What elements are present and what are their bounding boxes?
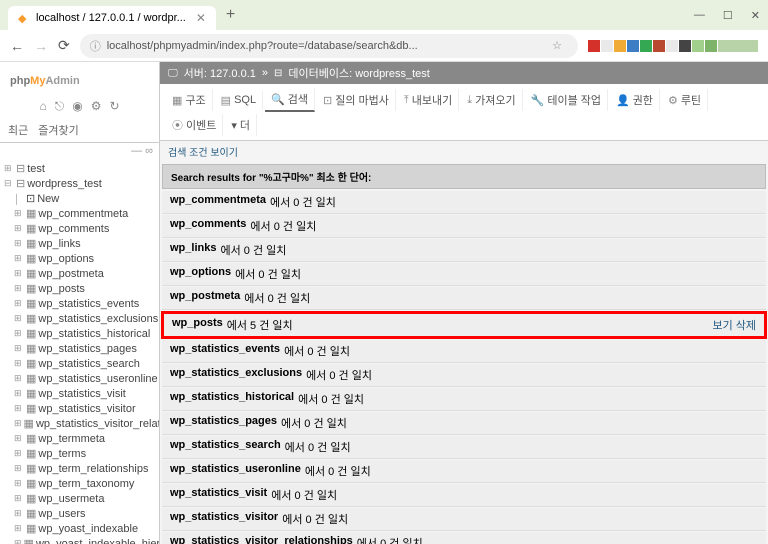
tree-table[interactable]: ⊞▦wp_postmeta (0, 266, 159, 281)
tab-events[interactable]: ⦿이벤트 (166, 114, 223, 136)
url-bar[interactable]: ⓘ localhost/phpmyadmin/index.php?route=/… (80, 34, 578, 58)
tree-table[interactable]: ⊞▦wp_statistics_visit (0, 386, 159, 401)
new-tab-button[interactable]: + (226, 6, 235, 24)
tree-table[interactable]: ⊞▦wp_posts (0, 281, 159, 296)
nav-tree: ⊞⊟test ⊟⊟wordpress_test │⊡New ⊞▦wp_comme… (0, 159, 159, 544)
tab-structure[interactable]: ▦구조 (166, 89, 213, 111)
bookmark-icon[interactable]: ☆ (552, 39, 562, 52)
url-text: localhost/phpmyadmin/index.php?route=/da… (107, 40, 418, 52)
main-content: 🖵 서버: 127.0.0.1 » ⊟ 데이터베이스: wordpress_te… (160, 62, 768, 544)
sidebar: phpMyAdmin ⌂ ⎋ ◉ ⚙ ↻ 최근 즐겨찾기 — ∞ ⊞⊟test … (0, 62, 160, 544)
result-row: wp_statistics_visitor_relationships 에서 0… (162, 532, 766, 544)
pma-favicon: ◆ (18, 12, 30, 24)
result-row: wp_statistics_search 에서 0 건 일치 (162, 436, 766, 459)
database-icon: ⊟ (274, 68, 282, 79)
tab-routines[interactable]: ⚙루틴 (662, 89, 708, 111)
result-row: wp_commentmeta 에서 0 건 일치 (162, 191, 766, 214)
show-criteria-link[interactable]: 검색 조건 보이기 (160, 141, 768, 162)
tree-table[interactable]: ⊞▦wp_commentmeta (0, 206, 159, 221)
tree-table[interactable]: ⊞▦wp_comments (0, 221, 159, 236)
breadcrumb: 🖵 서버: 127.0.0.1 » ⊟ 데이터베이스: wordpress_te… (160, 62, 768, 84)
tab-favorites[interactable]: 즐겨찾기 (38, 122, 78, 138)
tree-table[interactable]: ⊞▦wp_statistics_events (0, 296, 159, 311)
home-icon[interactable]: ⌂ (39, 99, 46, 114)
result-row: wp_options 에서 0 건 일치 (162, 263, 766, 286)
browser-tab[interactable]: ◆ localhost / 127.0.0.1 / wordpr... ✕ (8, 6, 216, 30)
result-row: wp_statistics_visitor 에서 0 건 일치 (162, 508, 766, 531)
tree-table[interactable]: ⊞▦wp_users (0, 506, 159, 521)
result-row: wp_statistics_historical 에서 0 건 일치 (162, 388, 766, 411)
tree-db-test[interactable]: ⊞⊟test (0, 161, 159, 176)
collapse-toggle[interactable]: — ∞ (0, 143, 159, 159)
logout-icon[interactable]: ⎋ (55, 99, 65, 114)
tree-table[interactable]: ⊞▦wp_options (0, 251, 159, 266)
result-row: wp_comments 에서 0 건 일치 (162, 215, 766, 238)
tab-export[interactable]: ⤒내보내기 (398, 89, 459, 111)
tree-db-wordpress[interactable]: ⊟⊟wordpress_test (0, 176, 159, 191)
result-row: wp_statistics_visit 에서 0 건 일치 (162, 484, 766, 507)
result-row: wp_postmeta 에서 0 건 일치 (162, 287, 766, 310)
result-row: wp_statistics_pages 에서 0 건 일치 (162, 412, 766, 435)
tree-table[interactable]: ⊞▦wp_statistics_visitor (0, 401, 159, 416)
info-icon: ⓘ (90, 38, 101, 54)
reload-button[interactable]: ⟳ (58, 37, 70, 54)
search-results: Search results for "%고구마%" 최소 한 단어: wp_c… (160, 164, 768, 544)
tab-operations[interactable]: 🔧테이블 작업 (525, 89, 608, 111)
row-actions[interactable]: 보기 삭제 (712, 317, 756, 333)
close-icon[interactable]: ✕ (196, 11, 206, 25)
sidebar-tabs: 최근 즐겨찾기 (0, 118, 159, 143)
result-row: wp_posts 에서 5 건 일치보기 삭제 (161, 311, 767, 339)
tab-privileges[interactable]: 👤권한 (610, 89, 660, 111)
minimize-button[interactable]: — (694, 9, 705, 22)
browser-nav-bar: ← → ⟳ ⓘ localhost/phpmyadmin/index.php?r… (0, 30, 768, 62)
tab-query[interactable]: ⊡질의 마법사 (317, 89, 396, 111)
tree-table[interactable]: ⊞▦wp_statistics_visitor_relatio (0, 416, 159, 431)
result-row: wp_statistics_exclusions 에서 0 건 일치 (162, 364, 766, 387)
tree-new[interactable]: │⊡New (0, 191, 159, 206)
settings-icon[interactable]: ⚙ (91, 99, 102, 114)
tree-table[interactable]: ⊞▦wp_termmeta (0, 431, 159, 446)
top-toolbar: ▦구조 ▤SQL 🔍검색 ⊡질의 마법사 ⤒내보내기 ⤓가져오기 🔧테이블 작업… (160, 84, 768, 141)
extension-icons (588, 40, 758, 52)
tree-table[interactable]: ⊞▦wp_term_relationships (0, 461, 159, 476)
server-icon: 🖵 (168, 68, 178, 79)
tree-table[interactable]: ⊞▦wp_yoast_indexable (0, 521, 159, 536)
tab-title: localhost / 127.0.0.1 / wordpr... (36, 12, 186, 24)
result-row: wp_statistics_events 에서 0 건 일치 (162, 340, 766, 363)
forward-button[interactable]: → (34, 38, 48, 54)
tree-table[interactable]: ⊞▦wp_statistics_exclusions (0, 311, 159, 326)
refresh-icon[interactable]: ↻ (109, 99, 119, 114)
pma-logo: phpMyAdmin (0, 62, 159, 95)
tab-import[interactable]: ⤓가져오기 (461, 89, 522, 111)
tab-more[interactable]: ▾더 (225, 114, 257, 136)
tree-table[interactable]: ⊞▦wp_statistics_historical (0, 326, 159, 341)
window-controls: — ☐ ✕ (694, 9, 760, 22)
close-window-button[interactable]: ✕ (751, 9, 760, 22)
tree-table[interactable]: ⊞▦wp_term_taxonomy (0, 476, 159, 491)
result-row: wp_links 에서 0 건 일치 (162, 239, 766, 262)
tree-table[interactable]: ⊞▦wp_statistics_search (0, 356, 159, 371)
browser-tab-bar: ◆ localhost / 127.0.0.1 / wordpr... ✕ + … (0, 0, 768, 30)
tree-table[interactable]: ⊞▦wp_usermeta (0, 491, 159, 506)
sidebar-quick-icons: ⌂ ⎋ ◉ ⚙ ↻ (0, 95, 159, 118)
result-row: wp_statistics_useronline 에서 0 건 일치 (162, 460, 766, 483)
tab-sql[interactable]: ▤SQL (215, 91, 263, 110)
tree-table[interactable]: ⊞▦wp_terms (0, 446, 159, 461)
tree-table[interactable]: ⊞▦wp_links (0, 236, 159, 251)
breadcrumb-server[interactable]: 서버: 127.0.0.1 (184, 65, 256, 81)
tree-table[interactable]: ⊞▦wp_yoast_indexable_hierarc (0, 536, 159, 544)
back-button[interactable]: ← (10, 38, 24, 54)
tree-table[interactable]: ⊞▦wp_statistics_pages (0, 341, 159, 356)
maximize-button[interactable]: ☐ (723, 9, 733, 22)
breadcrumb-db[interactable]: 데이터베이스: wordpress_test (288, 65, 429, 81)
docs-icon[interactable]: ◉ (72, 99, 82, 114)
tree-table[interactable]: ⊞▦wp_statistics_useronline (0, 371, 159, 386)
tab-recent[interactable]: 최근 (8, 122, 28, 138)
results-header: Search results for "%고구마%" 최소 한 단어: (162, 164, 766, 189)
tab-search[interactable]: 🔍검색 (265, 88, 315, 112)
